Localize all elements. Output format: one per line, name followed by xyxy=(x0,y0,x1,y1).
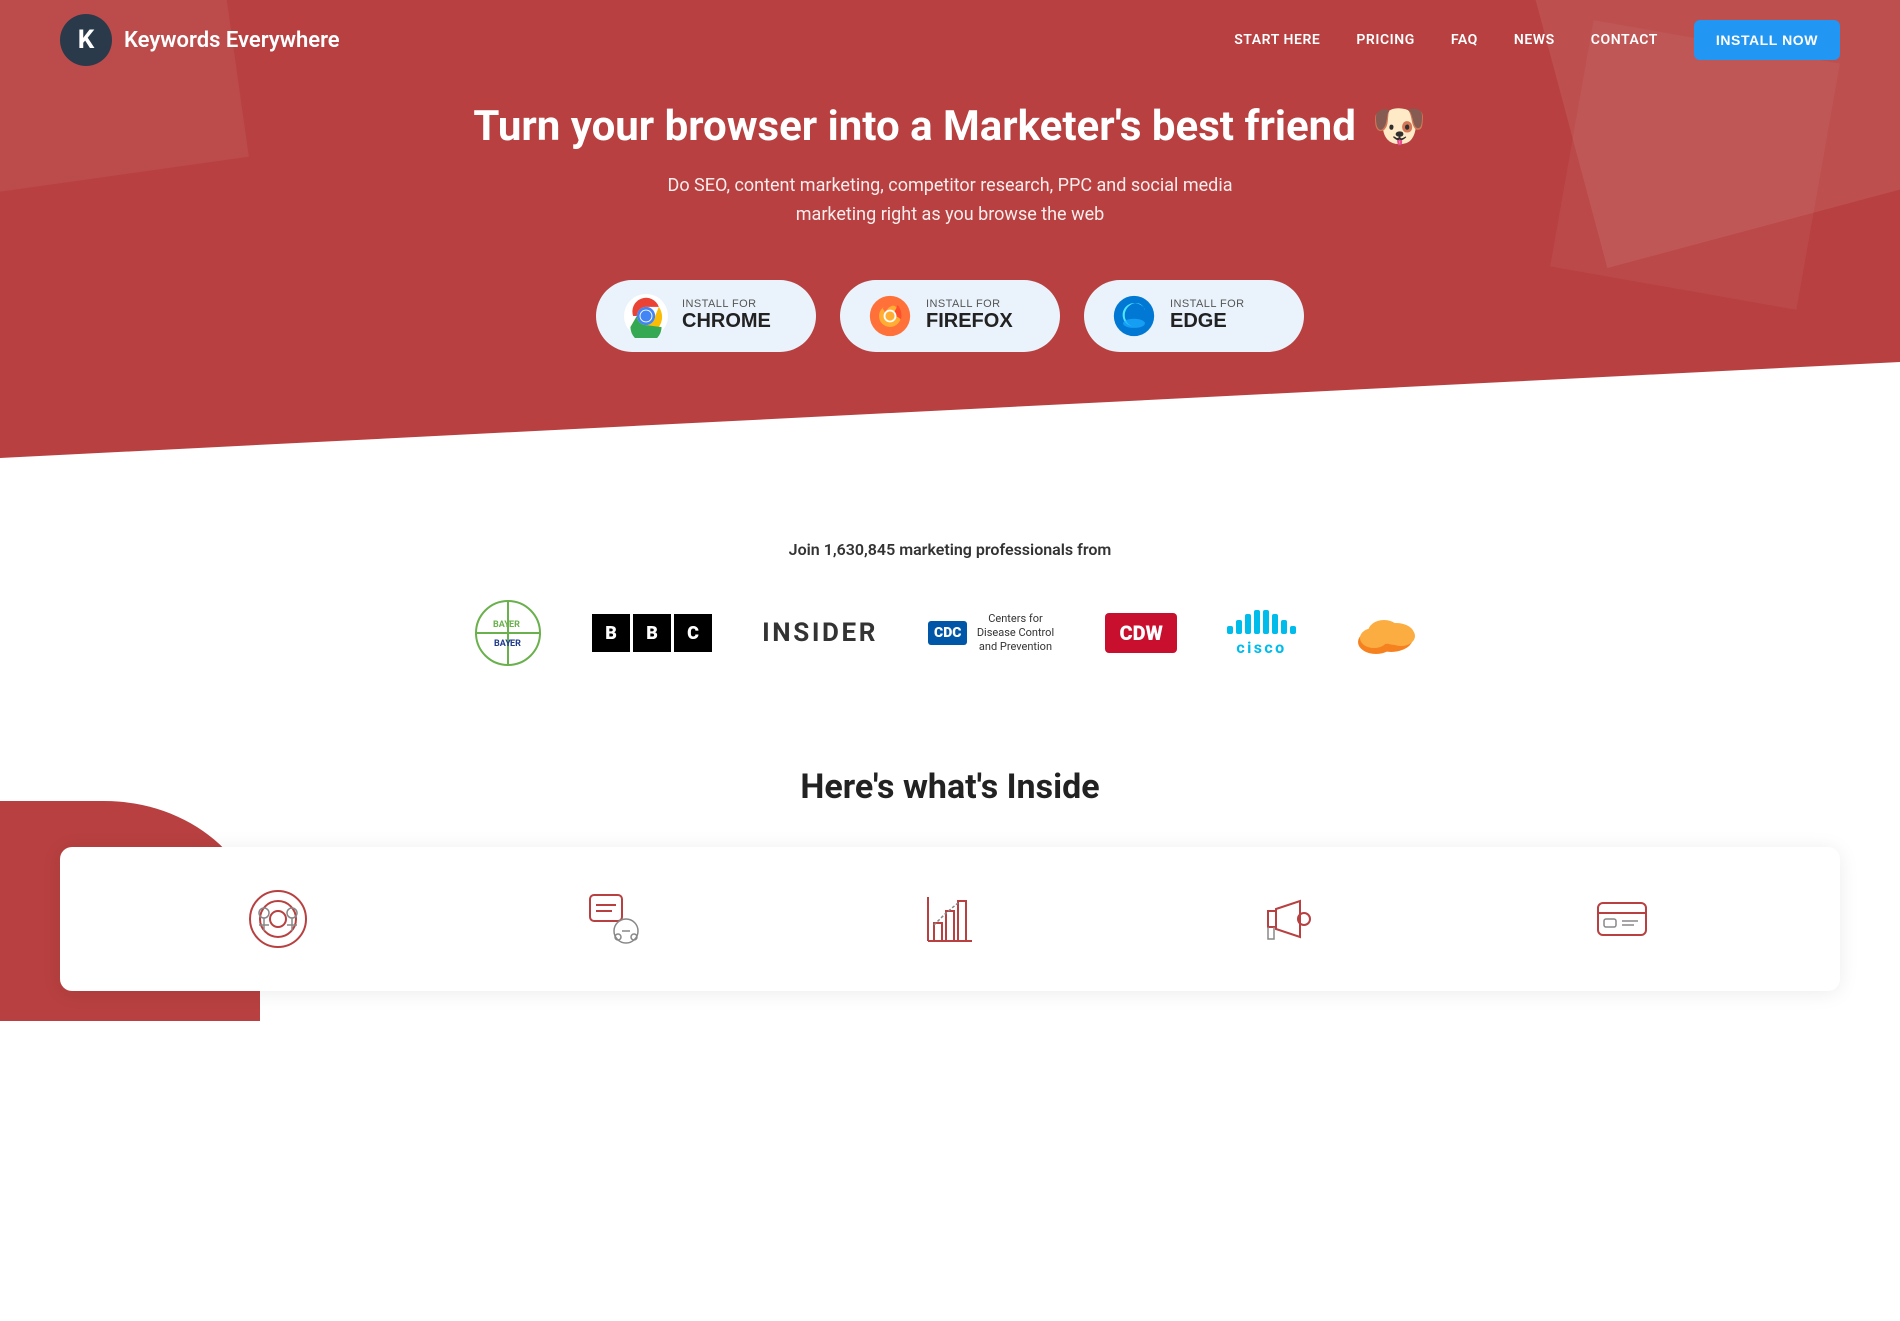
cisco-bar-6 xyxy=(1272,614,1278,634)
install-now-button[interactable]: INSTALL NOW xyxy=(1694,20,1840,60)
cisco-brand: cisco xyxy=(1227,610,1296,657)
cisco-text: cisco xyxy=(1227,638,1296,657)
analytics-icon xyxy=(918,887,982,951)
firefox-btn-text: INSTALL FOR FIREFOX xyxy=(926,298,1013,333)
svg-text:BAY: BAY xyxy=(493,620,510,630)
chrome-install-label-big: CHROME xyxy=(682,310,771,333)
cisco-bar-5 xyxy=(1263,610,1269,634)
nav-link-start-here[interactable]: START HERE xyxy=(1234,32,1320,48)
cloudflare-logo xyxy=(1346,608,1426,658)
cisco-bar-7 xyxy=(1281,620,1287,634)
hero-subtitle: Do SEO, content marketing, competitor re… xyxy=(640,172,1260,230)
svg-text:BAY: BAY xyxy=(494,639,511,649)
edge-btn-text: INSTALL FOR EDGE xyxy=(1170,298,1245,333)
nav-link-news[interactable]: NEWS xyxy=(1514,32,1555,48)
edge-install-label-big: EDGE xyxy=(1170,310,1245,333)
chrome-install-label-small: INSTALL FOR xyxy=(682,298,771,310)
hero-content: Turn your browser into a Marketer's best… xyxy=(60,100,1840,352)
cdw-text: CDW xyxy=(1105,613,1176,653)
nav-link-contact[interactable]: CONTACT xyxy=(1591,32,1658,48)
bbc-c: C xyxy=(674,614,712,652)
firefox-install-label-small: INSTALL FOR xyxy=(926,298,1013,310)
whats-inside-section: Here's what's Inside xyxy=(0,707,1900,1021)
inside-icon-ppc xyxy=(1590,887,1654,951)
cisco-bar-4 xyxy=(1254,610,1260,634)
cdc-full-name: Centers for Disease Control and Preventi… xyxy=(975,612,1055,655)
cloudflare-svg xyxy=(1346,608,1426,658)
chrome-icon xyxy=(624,294,668,338)
inside-icons-row xyxy=(120,887,1780,951)
inside-icon-marketing xyxy=(1254,887,1318,951)
bbc-b1: B xyxy=(592,614,630,652)
install-firefox-button[interactable]: INSTALL FOR FIREFOX xyxy=(840,280,1060,352)
insider-text: INSIDER xyxy=(762,618,878,648)
cisco-bars xyxy=(1227,610,1296,634)
cdc-badge: CDC xyxy=(928,621,967,645)
navbar: K Keywords Everywhere START HERE PRICING… xyxy=(0,0,1900,80)
bbc-b2: B xyxy=(633,614,671,652)
logo-icon: K xyxy=(60,14,112,66)
logo-link[interactable]: K Keywords Everywhere xyxy=(60,14,340,66)
insider-logo: INSIDER xyxy=(762,618,878,648)
ppc-icon xyxy=(1590,887,1654,951)
audience-icon xyxy=(246,887,310,951)
brand-name: Keywords Everywhere xyxy=(124,28,340,53)
edge-install-label-small: INSTALL FOR xyxy=(1170,298,1245,310)
logos-row: BAY ER BAY ER B B C INSIDER CDC Centers … xyxy=(60,599,1840,667)
chrome-btn-text: INSTALL FOR CHROME xyxy=(682,298,771,333)
cisco-bar-2 xyxy=(1236,620,1242,634)
install-buttons-group: INSTALL FOR CHROME INSTALL FOR FIREFOX xyxy=(60,280,1840,352)
social-proof-section: Join 1,630,845 marketing professionals f… xyxy=(0,480,1900,707)
nav-link-pricing[interactable]: PRICING xyxy=(1356,32,1414,48)
cisco-logo: cisco xyxy=(1227,610,1296,657)
svg-text:ER: ER xyxy=(510,639,521,649)
content-icon xyxy=(582,887,646,951)
svg-text:ER: ER xyxy=(509,620,520,630)
cisco-bar-3 xyxy=(1245,614,1251,634)
marketing-icon xyxy=(1254,887,1318,951)
nav-links: START HERE PRICING FAQ NEWS CONTACT INST… xyxy=(1234,20,1840,60)
firefox-install-label-big: FIREFOX xyxy=(926,310,1013,333)
firefox-icon xyxy=(868,294,912,338)
cdw-logo: CDW xyxy=(1105,613,1176,653)
nav-link-faq[interactable]: FAQ xyxy=(1451,32,1478,48)
hero-title: Turn your browser into a Marketer's best… xyxy=(60,100,1840,152)
edge-icon xyxy=(1112,294,1156,338)
inside-card xyxy=(60,847,1840,991)
cdc-logo: CDC Centers for Disease Control and Prev… xyxy=(928,612,1055,655)
inside-icon-analytics xyxy=(918,887,982,951)
cisco-bar-1 xyxy=(1227,626,1233,634)
dog-emoji: 🐶 xyxy=(1372,100,1427,152)
cisco-bar-8 xyxy=(1290,626,1296,634)
install-chrome-button[interactable]: INSTALL FOR CHROME xyxy=(596,280,816,352)
install-edge-button[interactable]: INSTALL FOR EDGE xyxy=(1084,280,1304,352)
inside-title: Here's what's Inside xyxy=(60,767,1840,807)
inside-icon-audience xyxy=(246,887,310,951)
social-proof-text: Join 1,630,845 marketing professionals f… xyxy=(60,540,1840,559)
bbc-logo: B B C xyxy=(592,614,712,652)
bayer-svg: BAY ER BAY ER xyxy=(474,599,542,667)
inside-icon-content xyxy=(582,887,646,951)
bayer-logo: BAY ER BAY ER xyxy=(474,599,542,667)
